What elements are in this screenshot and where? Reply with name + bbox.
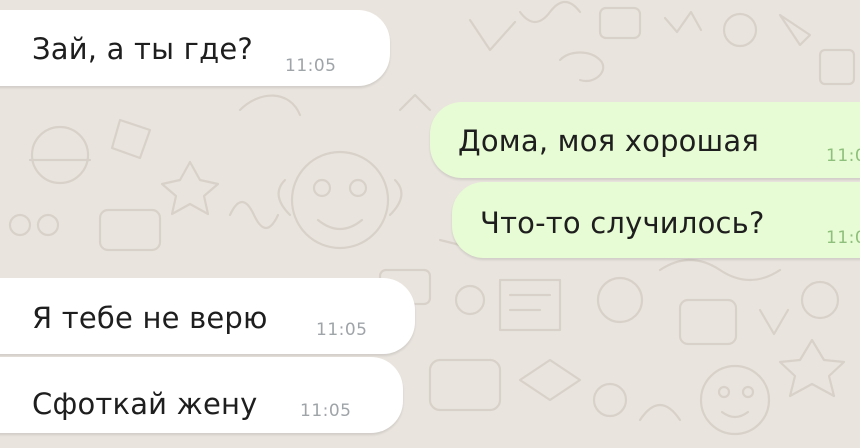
doodle-shape bbox=[348, 178, 368, 198]
message-text: Я тебе не верю bbox=[32, 301, 268, 335]
doodle-shape bbox=[518, 0, 582, 24]
doodle-shape bbox=[312, 178, 332, 198]
doodle-shape bbox=[722, 12, 758, 48]
message-text: Зай, а ты где? bbox=[32, 32, 253, 66]
doodle-shape bbox=[238, 94, 302, 117]
incoming-message[interactable]: Зай, а ты где? 11:05 bbox=[0, 10, 390, 86]
doodle-shape bbox=[658, 259, 782, 281]
doodle-shape bbox=[741, 385, 755, 399]
doodle-shape bbox=[778, 338, 846, 398]
message-text: Сфоткай жену bbox=[32, 387, 258, 421]
doodle-shape bbox=[558, 51, 605, 83]
doodle-shape bbox=[508, 293, 552, 312]
doodle-shape bbox=[663, 10, 703, 34]
doodle-shape bbox=[818, 48, 856, 86]
doodle-shape bbox=[277, 178, 292, 217]
doodle-shape bbox=[598, 6, 642, 40]
doodle-shape bbox=[720, 410, 750, 419]
doodle-shape bbox=[30, 125, 90, 185]
doodle-shape bbox=[228, 200, 280, 230]
doodle-shape bbox=[428, 358, 502, 412]
message-timestamp: 11:05 bbox=[316, 320, 368, 340]
message-text: Что-то случилось? bbox=[480, 206, 765, 240]
doodle-shape bbox=[468, 18, 517, 52]
doodle-shape bbox=[678, 298, 738, 346]
doodle-shape bbox=[638, 403, 682, 422]
doodle-shape bbox=[699, 364, 771, 436]
doodle-shape bbox=[110, 118, 152, 160]
doodle-shape bbox=[388, 178, 403, 217]
message-text: Дома, моя хорошая bbox=[458, 124, 759, 158]
doodle-shape bbox=[592, 382, 628, 418]
doodle-shape bbox=[398, 93, 432, 112]
outgoing-message[interactable]: Дома, моя хорошая 11:05 bbox=[430, 102, 860, 178]
doodle-shape bbox=[316, 218, 364, 231]
doodle-shape bbox=[36, 213, 60, 237]
doodle-shape bbox=[518, 358, 582, 402]
doodle-shape bbox=[160, 160, 220, 216]
doodle-shape bbox=[778, 13, 812, 47]
incoming-message[interactable]: Я тебе не верю 11:05 bbox=[0, 278, 415, 354]
message-timestamp: 11:05 bbox=[826, 228, 860, 248]
doodle-shape bbox=[800, 280, 840, 320]
outgoing-message[interactable]: Что-то случилось? 11:05 bbox=[452, 182, 860, 258]
doodle-shape bbox=[758, 308, 790, 336]
message-timestamp: 11:05 bbox=[285, 56, 337, 76]
doodle-shape bbox=[98, 208, 162, 252]
doodle-shape bbox=[8, 213, 32, 237]
message-timestamp: 11:05 bbox=[300, 401, 352, 421]
message-timestamp: 11:05 bbox=[826, 146, 860, 166]
doodle-shape bbox=[454, 284, 486, 316]
doodle-shape bbox=[596, 276, 644, 324]
doodle-shape bbox=[717, 385, 731, 399]
incoming-message[interactable]: Сфоткай жену 11:05 bbox=[0, 357, 403, 433]
doodle-shape bbox=[498, 278, 562, 332]
doodle-shape bbox=[290, 150, 390, 250]
